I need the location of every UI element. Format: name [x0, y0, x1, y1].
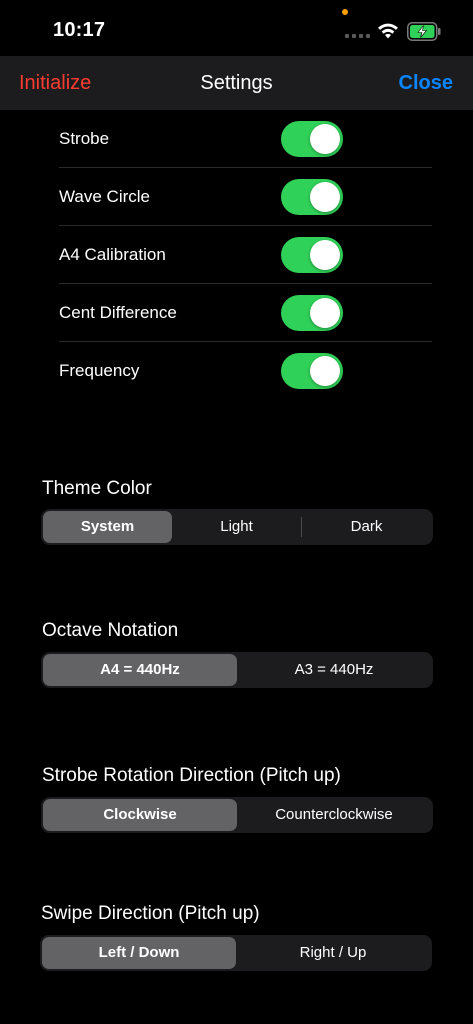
cellular-signal-icon: [345, 34, 371, 39]
toggle-row-cent-difference: Cent Difference: [59, 284, 432, 342]
strobe-segment-clockwise[interactable]: Clockwise: [43, 799, 237, 831]
switch-knob: [310, 240, 340, 270]
octave-segment-a4[interactable]: A4 = 440Hz: [43, 654, 237, 686]
toggle-label: Wave Circle: [59, 187, 150, 206]
toggle-row-frequency: Frequency: [59, 342, 432, 400]
strobe-rotation-segmented-control: Clockwise Counterclockwise: [41, 797, 433, 833]
octave-notation-segmented-control: A4 = 440Hz A3 = 440Hz: [41, 652, 433, 688]
battery-charging-icon: [407, 22, 441, 41]
switch-knob: [310, 182, 340, 212]
toggle-row-wave-circle: Wave Circle: [59, 168, 432, 226]
toggle-row-strobe: Strobe: [59, 110, 432, 168]
toggle-label: A4 Calibration: [59, 245, 166, 264]
theme-color-segmented-control: System Light Dark: [41, 509, 433, 545]
frequency-switch[interactable]: [281, 353, 343, 389]
privacy-indicator-dot: [342, 9, 348, 15]
theme-segment-dark[interactable]: Dark: [302, 511, 431, 543]
strobe-segment-counterclockwise[interactable]: Counterclockwise: [237, 799, 431, 831]
display-toggles-list: Strobe Wave Circle A4 Calibration Cent D…: [59, 110, 432, 400]
wifi-icon: [378, 23, 398, 39]
theme-segment-system[interactable]: System: [43, 511, 172, 543]
cent-difference-switch[interactable]: [281, 295, 343, 331]
navigation-bar: Initialize Settings Close: [0, 56, 473, 110]
toggle-label: Frequency: [59, 361, 140, 380]
theme-segment-light[interactable]: Light: [172, 511, 301, 543]
switch-knob: [310, 298, 340, 328]
wave-circle-switch[interactable]: [281, 179, 343, 215]
swipe-direction-title: Swipe Direction (Pitch up): [41, 903, 260, 924]
theme-color-title: Theme Color: [42, 478, 152, 499]
strobe-switch[interactable]: [281, 121, 343, 157]
a4-calibration-switch[interactable]: [281, 237, 343, 273]
status-bar: 10:17: [0, 0, 473, 56]
octave-segment-a3[interactable]: A3 = 440Hz: [237, 654, 431, 686]
swipe-segment-left-down[interactable]: Left / Down: [42, 937, 236, 969]
toggle-label: Strobe: [59, 129, 110, 148]
switch-knob: [310, 124, 340, 154]
swipe-direction-segmented-control: Left / Down Right / Up: [40, 935, 432, 971]
toggle-row-a4-calibration: A4 Calibration: [59, 226, 432, 284]
status-time: 10:17: [53, 19, 106, 41]
strobe-rotation-direction-title: Strobe Rotation Direction (Pitch up): [42, 765, 341, 786]
octave-notation-title: Octave Notation: [42, 620, 179, 641]
close-button[interactable]: Close: [399, 72, 453, 95]
switch-knob: [310, 356, 340, 386]
toggle-label: Cent Difference: [59, 303, 177, 322]
swipe-segment-right-up[interactable]: Right / Up: [236, 937, 430, 969]
